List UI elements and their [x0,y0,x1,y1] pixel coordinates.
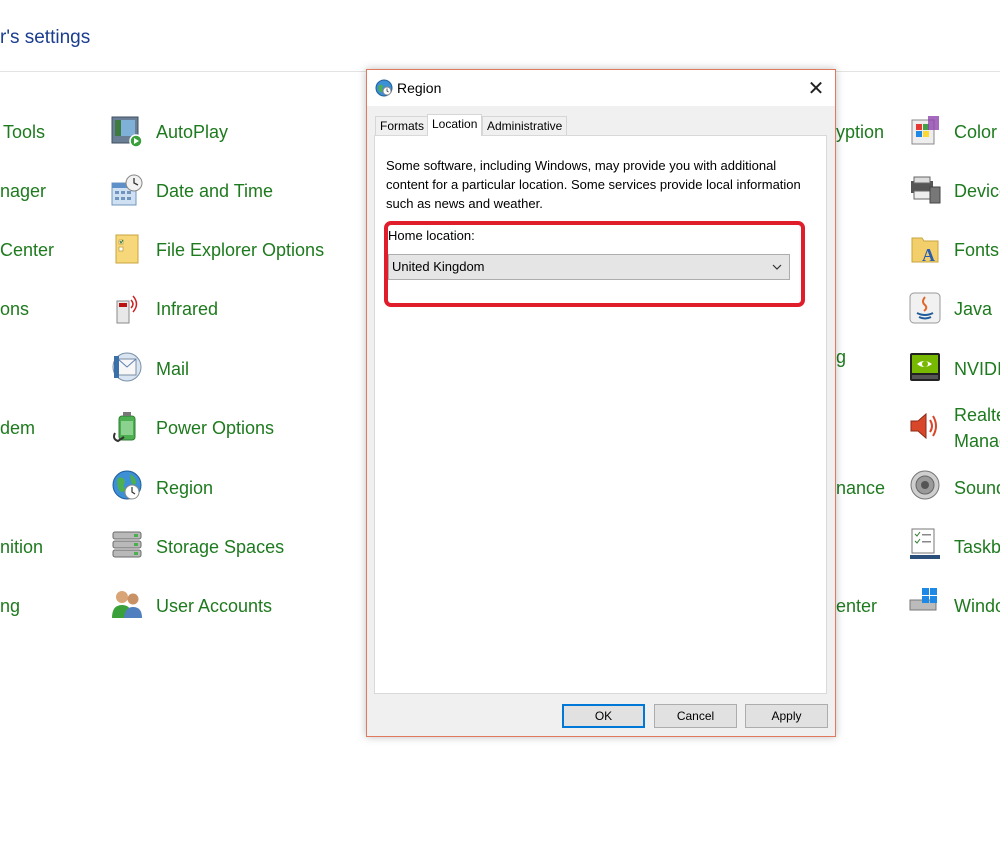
mail-link[interactable]: Mail [156,357,189,381]
chevron-down-icon [771,260,783,272]
left-item-modem[interactable]: dem [0,416,35,440]
close-icon: ✕ [807,77,825,100]
color-link[interactable]: Color [954,120,997,144]
file-explorer-options-link[interactable]: File Explorer Options [156,238,324,262]
devices-link[interactable]: Device [954,179,1000,203]
left-item-tools[interactable]: Tools [3,120,45,144]
home-location-label: Home location: [388,228,475,243]
sound-icon[interactable] [908,468,942,502]
region-icon[interactable] [110,468,144,502]
storage-spaces-link[interactable]: Storage Spaces [156,535,284,559]
right-item-encryption[interactable]: yption [836,120,884,144]
left-item-options[interactable]: ons [0,297,29,321]
cancel-button[interactable]: Cancel [654,704,737,728]
date-time-link[interactable]: Date and Time [156,179,273,203]
taskbar-icon[interactable] [908,527,942,561]
fonts-icon[interactable]: A [908,232,942,266]
sound-link[interactable]: Sound [954,476,1000,500]
tab-location[interactable]: Location [427,114,483,136]
mail-icon[interactable] [110,350,144,384]
dialog-title: Region [397,80,442,96]
location-panel: Some software, including Windows, may pr… [374,135,827,694]
tab-administrative[interactable]: Administrative [482,116,568,135]
left-item-ng[interactable]: ng [0,594,20,618]
java-link[interactable]: Java [954,297,992,321]
ok-button[interactable]: OK [562,704,645,728]
left-item-manager[interactable]: nager [0,179,46,203]
svg-text:A: A [922,245,935,265]
home-location-select[interactable]: United Kingdom [388,254,790,280]
nvidia-icon[interactable] [908,350,942,384]
speaker-icon[interactable] [908,409,942,443]
region-link[interactable]: Region [156,476,213,500]
storage-spaces-icon[interactable] [110,527,144,561]
autoplay-link[interactable]: AutoPlay [156,120,228,144]
page-heading[interactable]: r's settings [0,27,90,49]
file-explorer-options-icon[interactable] [110,232,144,266]
java-icon[interactable] [908,291,942,325]
close-button[interactable]: ✕ [797,70,835,106]
right-item-center[interactable]: enter [836,594,877,618]
location-description: Some software, including Windows, may pr… [386,158,801,211]
right-item-maintenance[interactable]: nance [836,476,885,500]
left-item-center[interactable]: Center [0,238,54,262]
dialog-titlebar[interactable]: Region ✕ [367,70,835,106]
apply-button[interactable]: Apply [745,704,828,728]
power-options-link[interactable]: Power Options [156,416,274,440]
devices-icon[interactable] [908,173,942,207]
autoplay-icon[interactable] [110,114,144,148]
tab-formats[interactable]: Formats [375,116,430,135]
infrared-link[interactable]: Infrared [156,297,218,321]
home-location-value: United Kingdom [392,259,485,274]
realtek-link-line2[interactable]: Manag [954,429,1000,453]
windows-icon[interactable] [908,586,942,620]
power-options-icon[interactable] [110,409,144,443]
region-dialog: Region ✕ Formats Location Administrative… [366,69,836,737]
right-item-g[interactable]: g [836,345,846,369]
region-globe-icon [375,79,393,97]
date-time-icon[interactable] [110,173,144,207]
nvidia-link[interactable]: NVIDI [954,357,1000,381]
fonts-link[interactable]: Fonts [954,238,999,262]
infrared-icon[interactable] [110,291,144,325]
user-accounts-link[interactable]: User Accounts [156,594,272,618]
color-icon[interactable] [908,114,942,148]
taskbar-link[interactable]: Taskba [954,535,1000,559]
realtek-link[interactable]: Realte [954,403,1000,427]
windows-link[interactable]: Windo [954,594,1000,618]
left-item-recognition[interactable]: nition [0,535,43,559]
user-accounts-icon[interactable] [110,586,144,620]
